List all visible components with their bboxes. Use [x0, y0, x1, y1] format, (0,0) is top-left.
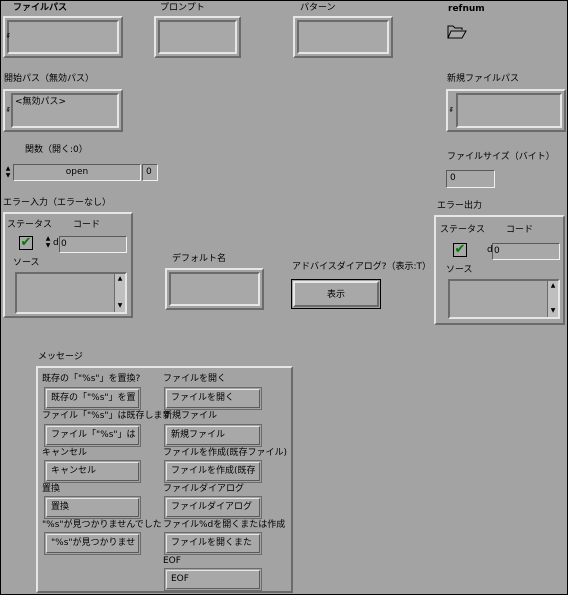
status-check-icon: ✔ — [453, 242, 467, 257]
scroll-up-icon[interactable]: ▲ — [550, 283, 556, 289]
msg-file-dialog-label: ファイルダイアログ — [163, 484, 245, 494]
decrement-arrow-icon[interactable]: ▼ — [5, 173, 11, 179]
error-in-cluster: ステータス コード ✔ ▲ ▼ d 0 ソース ▲ ▼ — [3, 212, 133, 318]
msg-open-or-create-label: ファイル%dを開くまたは作成 — [163, 520, 286, 530]
error-out-source-label: ソース — [446, 265, 473, 275]
file-path-label: ファイルパス — [13, 3, 68, 13]
path-browse-icon[interactable]: ᵲ — [5, 32, 12, 41]
scroll-down-icon[interactable]: ▼ — [550, 308, 556, 314]
file-size-label: ファイルサイズ（バイト） — [447, 152, 555, 162]
refnum-label: refnum — [448, 4, 485, 14]
error-in-source-scrollbar[interactable]: ▲ ▼ — [114, 274, 125, 312]
error-out-source-field[interactable]: ▲ ▼ — [448, 279, 560, 319]
advanced-dialog-button-label: 表示 — [326, 290, 345, 300]
prompt-label: プロンプト — [160, 3, 205, 13]
pattern-label: パターン — [300, 3, 336, 13]
scroll-down-icon[interactable]: ▼ — [117, 303, 123, 309]
error-in-status-label: ステータス — [7, 220, 53, 230]
function-label: 関数（開く:0） — [25, 145, 88, 155]
msg-open-file-field[interactable]: ファイルを開く — [164, 387, 262, 410]
folder-open-icon[interactable] — [447, 22, 467, 40]
msg-create-file-label: ファイルを作成(既存ファイル) — [163, 448, 288, 458]
msg-replace-label: 置換 — [42, 484, 61, 494]
msg-replace-existing-field[interactable]: 既存の「"%s"」を置 — [44, 387, 141, 410]
msg-eof-label: EOF — [163, 556, 181, 566]
error-out-cluster: ステータス コード ✔ d 0 ソース ▲ ▼ — [434, 215, 565, 325]
error-in-code-field[interactable]: 0 — [59, 236, 127, 253]
msg-new-file-field[interactable]: 新規ファイル — [164, 424, 262, 447]
msg-open-file-label: ファイルを開く — [163, 374, 227, 384]
msg-cancel-field[interactable]: キャンセル — [44, 460, 141, 483]
messages-cluster: 既存の「"%s"」を置換? 既存の「"%s"」を置 ファイル「"%s"」は既存し… — [36, 366, 293, 593]
start-path-control[interactable]: <無効パス> ᵲ — [3, 89, 123, 132]
msg-replace-existing-label: 既存の「"%s"」を置換? — [42, 374, 141, 384]
status-check-icon[interactable]: ✔ — [19, 236, 33, 250]
default-name-control[interactable] — [165, 268, 264, 310]
start-path-value: <無効パス> — [15, 97, 67, 107]
msg-new-file-label: 新規ファイル — [163, 411, 218, 421]
msg-eof-field[interactable]: EOF — [164, 568, 262, 591]
decrement-arrow-icon[interactable]: ▼ — [45, 243, 51, 249]
msg-replace-field[interactable]: 置換 — [44, 496, 141, 519]
prompt-control[interactable] — [154, 16, 241, 58]
error-in-label: エラー入力（エラーなし） — [3, 198, 112, 208]
pattern-control[interactable] — [293, 16, 393, 58]
advanced-dialog-label: アドバイスダイアログ?（表示:T） — [292, 262, 432, 272]
msg-cancel-label: キャンセル — [42, 448, 88, 458]
default-name-label: デフォルト名 — [172, 254, 227, 264]
function-ring[interactable]: ▲ ▼ open — [4, 164, 141, 182]
msg-not-found-field[interactable]: "%s"が見つかりませ — [44, 532, 141, 555]
file-path-control[interactable]: ᵲ — [3, 16, 123, 58]
advanced-dialog-button[interactable]: 表示 — [293, 281, 379, 307]
msg-file-exists-field[interactable]: ファイル「"%s"」は — [44, 424, 141, 447]
default-name-field[interactable] — [169, 272, 260, 306]
new-file-path-field[interactable] — [456, 93, 562, 128]
file-path-field[interactable] — [7, 20, 119, 54]
advanced-dialog-toggle[interactable]: 表示 — [291, 279, 381, 309]
error-in-code-label: コード — [73, 220, 101, 230]
error-in-code-prefix: d — [53, 238, 59, 248]
path-browse-icon[interactable]: ᵲ — [448, 106, 455, 115]
msg-create-file-field[interactable]: ファイルを作成(既存 — [164, 460, 262, 483]
error-out-source-scrollbar[interactable]: ▲ ▼ — [547, 281, 558, 317]
prompt-field[interactable] — [158, 20, 237, 54]
function-index: 0 — [142, 164, 158, 181]
msg-open-or-create-field[interactable]: ファイルを開くまた — [164, 532, 262, 555]
msg-not-found-label: "%s"が見つかりませんでした — [42, 520, 162, 530]
messages-label: メッセージ — [38, 352, 83, 362]
error-out-status-label: ステータス — [440, 225, 486, 235]
scroll-up-icon[interactable]: ▲ — [117, 276, 123, 282]
error-in-source-field[interactable]: ▲ ▼ — [15, 272, 127, 314]
pattern-field[interactable] — [297, 20, 389, 54]
start-path-field[interactable]: <無効パス> — [11, 93, 119, 128]
msg-file-exists-label: ファイル「"%s"」は既存します — [42, 411, 172, 421]
msg-file-dialog-field[interactable]: ファイルダイアログ — [164, 496, 262, 519]
error-out-label: エラー出力 — [437, 201, 483, 211]
path-browse-icon[interactable]: ᵲ — [5, 106, 12, 115]
file-size-value: 0 — [446, 170, 495, 188]
function-value[interactable]: open — [13, 164, 141, 181]
error-out-code-field: 0 — [492, 243, 560, 260]
error-in-source-label: ソース — [13, 258, 40, 268]
start-path-label: 開始パス（無効パス） — [4, 74, 95, 84]
error-out-code-label: コード — [506, 225, 534, 235]
new-file-path-label: 新規ファイルパス — [447, 74, 520, 84]
new-file-path-control[interactable]: ᵲ — [446, 89, 566, 132]
